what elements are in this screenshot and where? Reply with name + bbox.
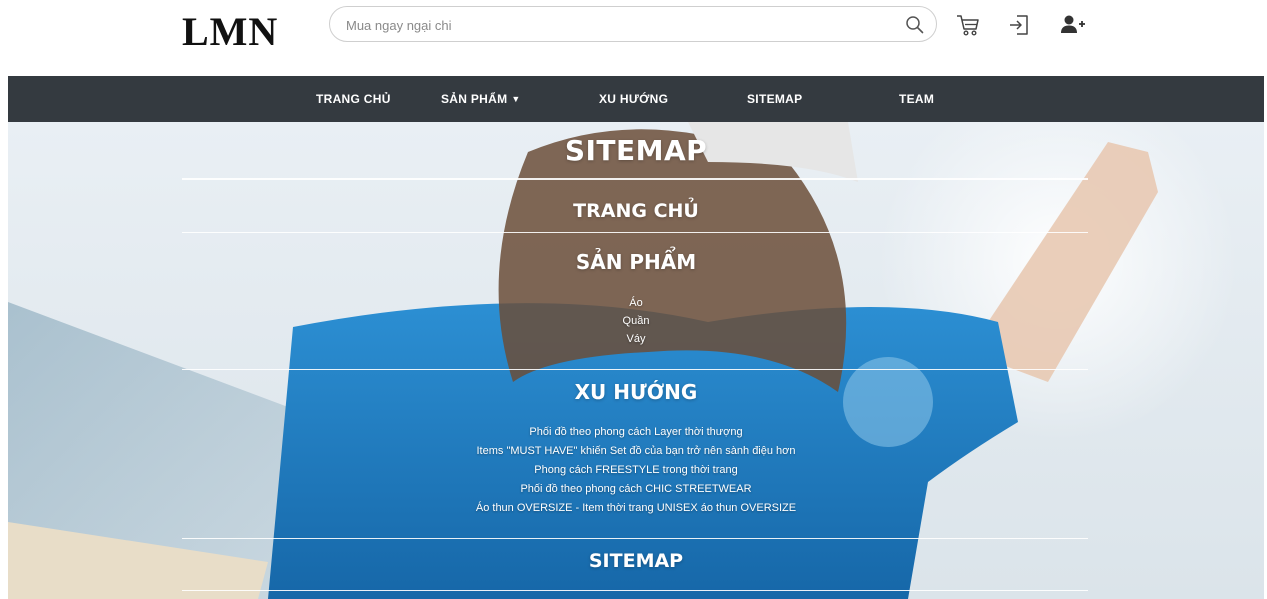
- sitemap-content: SITEMAP TRANG CHỦ SẢN PHẨM Áo Quần Váy X…: [8, 122, 1264, 599]
- nav-item-trends[interactable]: XU HƯỚNG: [599, 76, 668, 122]
- sitemap-link-home[interactable]: TRANG CHỦ: [8, 200, 1264, 222]
- divider: [182, 232, 1088, 233]
- nav-item-products[interactable]: SẢN PHẨM ▼: [441, 76, 521, 122]
- divider: [182, 369, 1088, 370]
- site-header: LMN: [0, 0, 1267, 76]
- nav-item-label: SẢN PHẨM: [441, 92, 508, 106]
- sitemap-link-trend-4[interactable]: Phối đồ theo phong cách CHIC STREETWEAR: [8, 480, 1264, 499]
- cart-icon[interactable]: [955, 12, 981, 38]
- sitemap-link-trend-1[interactable]: Phối đồ theo phong cách Layer thời thượn…: [8, 423, 1264, 442]
- sitemap-link-trend-2[interactable]: Items "MUST HAVE" khiến Set đồ của bạn t…: [8, 442, 1264, 461]
- logo[interactable]: LMN: [182, 8, 278, 55]
- divider: [182, 178, 1088, 180]
- nav-item-team[interactable]: TEAM: [899, 76, 934, 122]
- hero-section: SITEMAP TRANG CHỦ SẢN PHẨM Áo Quần Váy X…: [8, 122, 1264, 599]
- sitemap-link-trend-3[interactable]: Phong cách FREESTYLE trong thời trang: [8, 461, 1264, 480]
- nav-item-home[interactable]: TRANG CHỦ: [316, 76, 391, 122]
- main-nav: TRANG CHỦ SẢN PHẨM ▼ XU HƯỚNG SITEMAP TEA…: [8, 76, 1264, 122]
- nav-item-label: XU HƯỚNG: [599, 92, 669, 106]
- sitemap-section-products[interactable]: SẢN PHẨM: [8, 250, 1264, 274]
- nav-item-label: TEAM: [899, 92, 935, 106]
- sitemap-section-trends[interactable]: XU HƯỚNG: [8, 380, 1264, 404]
- nav-item-label: TRANG CHỦ: [316, 92, 391, 106]
- nav-item-sitemap[interactable]: SITEMAP: [747, 76, 802, 122]
- divider: [182, 538, 1088, 539]
- chevron-down-icon: ▼: [511, 94, 521, 104]
- search-icon[interactable]: [904, 14, 926, 36]
- nav-item-label: SITEMAP: [747, 92, 803, 106]
- search-bar: [329, 6, 937, 42]
- sitemap-link-ao[interactable]: Áo: [8, 294, 1264, 313]
- user-add-icon[interactable]: [1058, 12, 1085, 38]
- sitemap-link-trend-5[interactable]: Áo thun OVERSIZE - Item thời trang UNISE…: [8, 499, 1264, 518]
- divider: [182, 590, 1088, 591]
- page-title: SITEMAP: [564, 134, 708, 167]
- sitemap-link-vay[interactable]: Váy: [8, 330, 1264, 349]
- login-icon[interactable]: [1006, 12, 1032, 38]
- search-input[interactable]: [344, 13, 888, 37]
- sitemap-section-sitemap[interactable]: SITEMAP: [8, 550, 1264, 572]
- sitemap-link-quan[interactable]: Quần: [8, 312, 1264, 331]
